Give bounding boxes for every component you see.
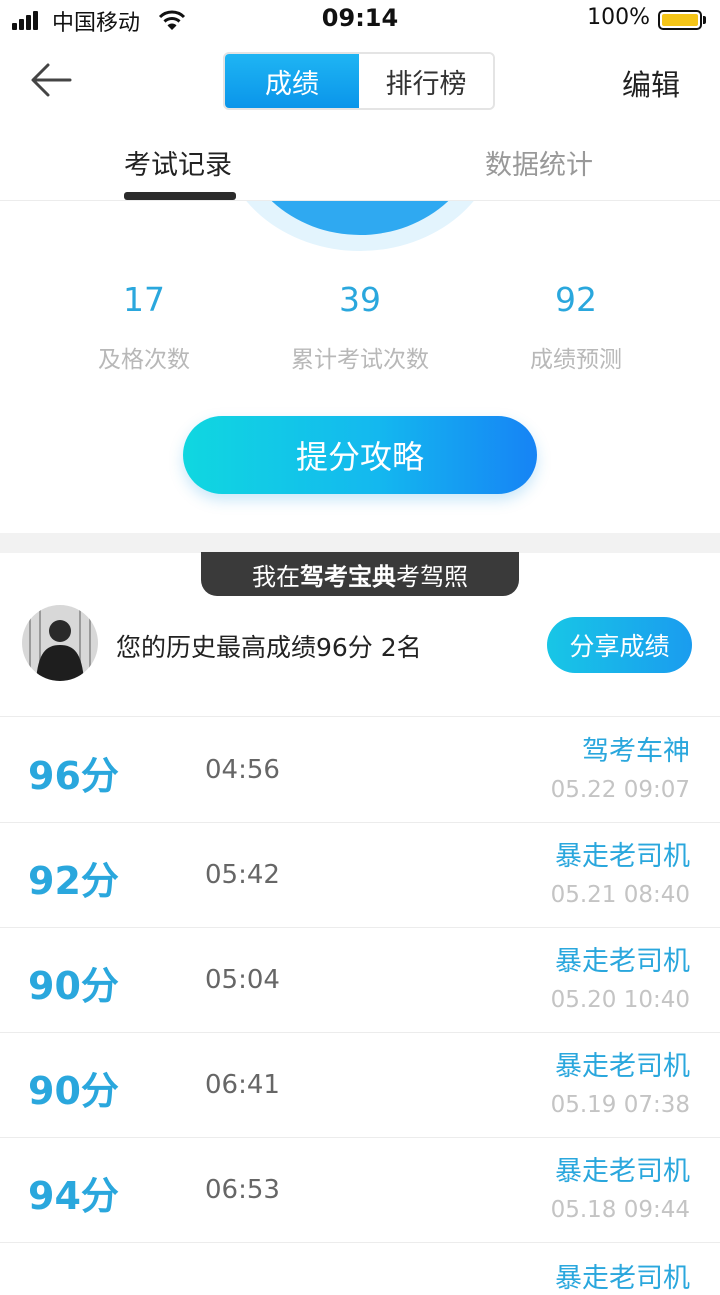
record-date: 05.18 09:44 bbox=[550, 1197, 690, 1223]
segment-control: 成绩 排行榜 bbox=[223, 52, 495, 110]
record-title: 暴走老司机 bbox=[555, 1156, 690, 1187]
record-duration: 06:41 bbox=[205, 1070, 280, 1100]
tab-active-indicator bbox=[124, 192, 236, 200]
battery-icon bbox=[658, 10, 702, 30]
record-row[interactable]: 96分 04:56 驾考车神 05.22 09:07 bbox=[0, 717, 720, 823]
record-row[interactable]: 暴走老司机 bbox=[0, 1242, 720, 1294]
promo-brand: 驾考宝典 bbox=[300, 562, 396, 591]
record-title: 暴走老司机 bbox=[555, 1051, 690, 1082]
stat-total-exams-label: 累计考试次数 bbox=[291, 347, 429, 373]
segment-score[interactable]: 成绩 bbox=[225, 54, 359, 108]
edit-button[interactable]: 编辑 bbox=[622, 62, 680, 104]
stat-total-exams: 39 bbox=[339, 280, 381, 319]
status-bar: 中国移动 09:14 100% bbox=[0, 0, 720, 40]
promo-suffix: 考驾照 bbox=[396, 562, 468, 591]
promo-banner: 我在 驾考宝典 考驾照 bbox=[201, 552, 519, 596]
battery-tip bbox=[703, 16, 706, 24]
segment-ranking[interactable]: 排行榜 bbox=[359, 54, 493, 108]
record-title: 暴走老司机 bbox=[555, 841, 690, 872]
score-circle bbox=[0, 201, 720, 261]
share-score-button[interactable]: 分享成绩 bbox=[547, 617, 692, 673]
improve-strategy-button[interactable]: 提分攻略 bbox=[183, 416, 537, 494]
record-duration: 06:53 bbox=[205, 1175, 280, 1205]
record-row[interactable]: 90分 06:41 暴走老司机 05.19 07:38 bbox=[0, 1032, 720, 1138]
record-score: 90分 bbox=[28, 964, 119, 1008]
record-duration: 04:56 bbox=[205, 755, 280, 785]
record-date: 05.22 09:07 bbox=[550, 777, 690, 803]
section-separator bbox=[0, 533, 720, 553]
record-date: 05.19 07:38 bbox=[550, 1092, 690, 1118]
avatar[interactable] bbox=[22, 605, 98, 681]
stat-pass-count: 17 bbox=[123, 280, 165, 319]
record-row[interactable]: 90分 05:04 暴走老司机 05.20 10:40 bbox=[0, 927, 720, 1033]
record-title: 驾考车神 bbox=[582, 736, 690, 767]
stat-predicted-score-label: 成绩预测 bbox=[530, 347, 622, 373]
record-score: 94分 bbox=[28, 1174, 119, 1218]
promo-prefix: 我在 bbox=[252, 562, 300, 591]
record-score: 90分 bbox=[28, 1069, 119, 1113]
stat-pass-count-label: 及格次数 bbox=[98, 347, 190, 373]
record-row[interactable]: 94分 06:53 暴走老司机 05.18 09:44 bbox=[0, 1137, 720, 1243]
record-title: 暴走老司机 bbox=[555, 946, 690, 977]
record-score: 92分 bbox=[28, 859, 119, 903]
stat-predicted-score: 92 bbox=[555, 280, 597, 319]
record-date: 05.21 08:40 bbox=[550, 882, 690, 908]
tab-data-stats[interactable]: 数据统计 bbox=[485, 143, 593, 182]
record-date: 05.20 10:40 bbox=[550, 987, 690, 1013]
tab-exam-records[interactable]: 考试记录 bbox=[124, 143, 232, 182]
best-score-text: 您的历史最高成绩96分 2名 bbox=[116, 633, 422, 662]
record-duration: 05:42 bbox=[205, 860, 280, 890]
record-row[interactable]: 92分 05:42 暴走老司机 05.21 08:40 bbox=[0, 822, 720, 928]
record-title: 暴走老司机 bbox=[555, 1263, 690, 1294]
battery-percent: 100% bbox=[587, 5, 650, 30]
record-score: 96分 bbox=[28, 754, 119, 798]
record-duration: 05:04 bbox=[205, 965, 280, 995]
back-arrow-icon[interactable] bbox=[28, 60, 76, 100]
